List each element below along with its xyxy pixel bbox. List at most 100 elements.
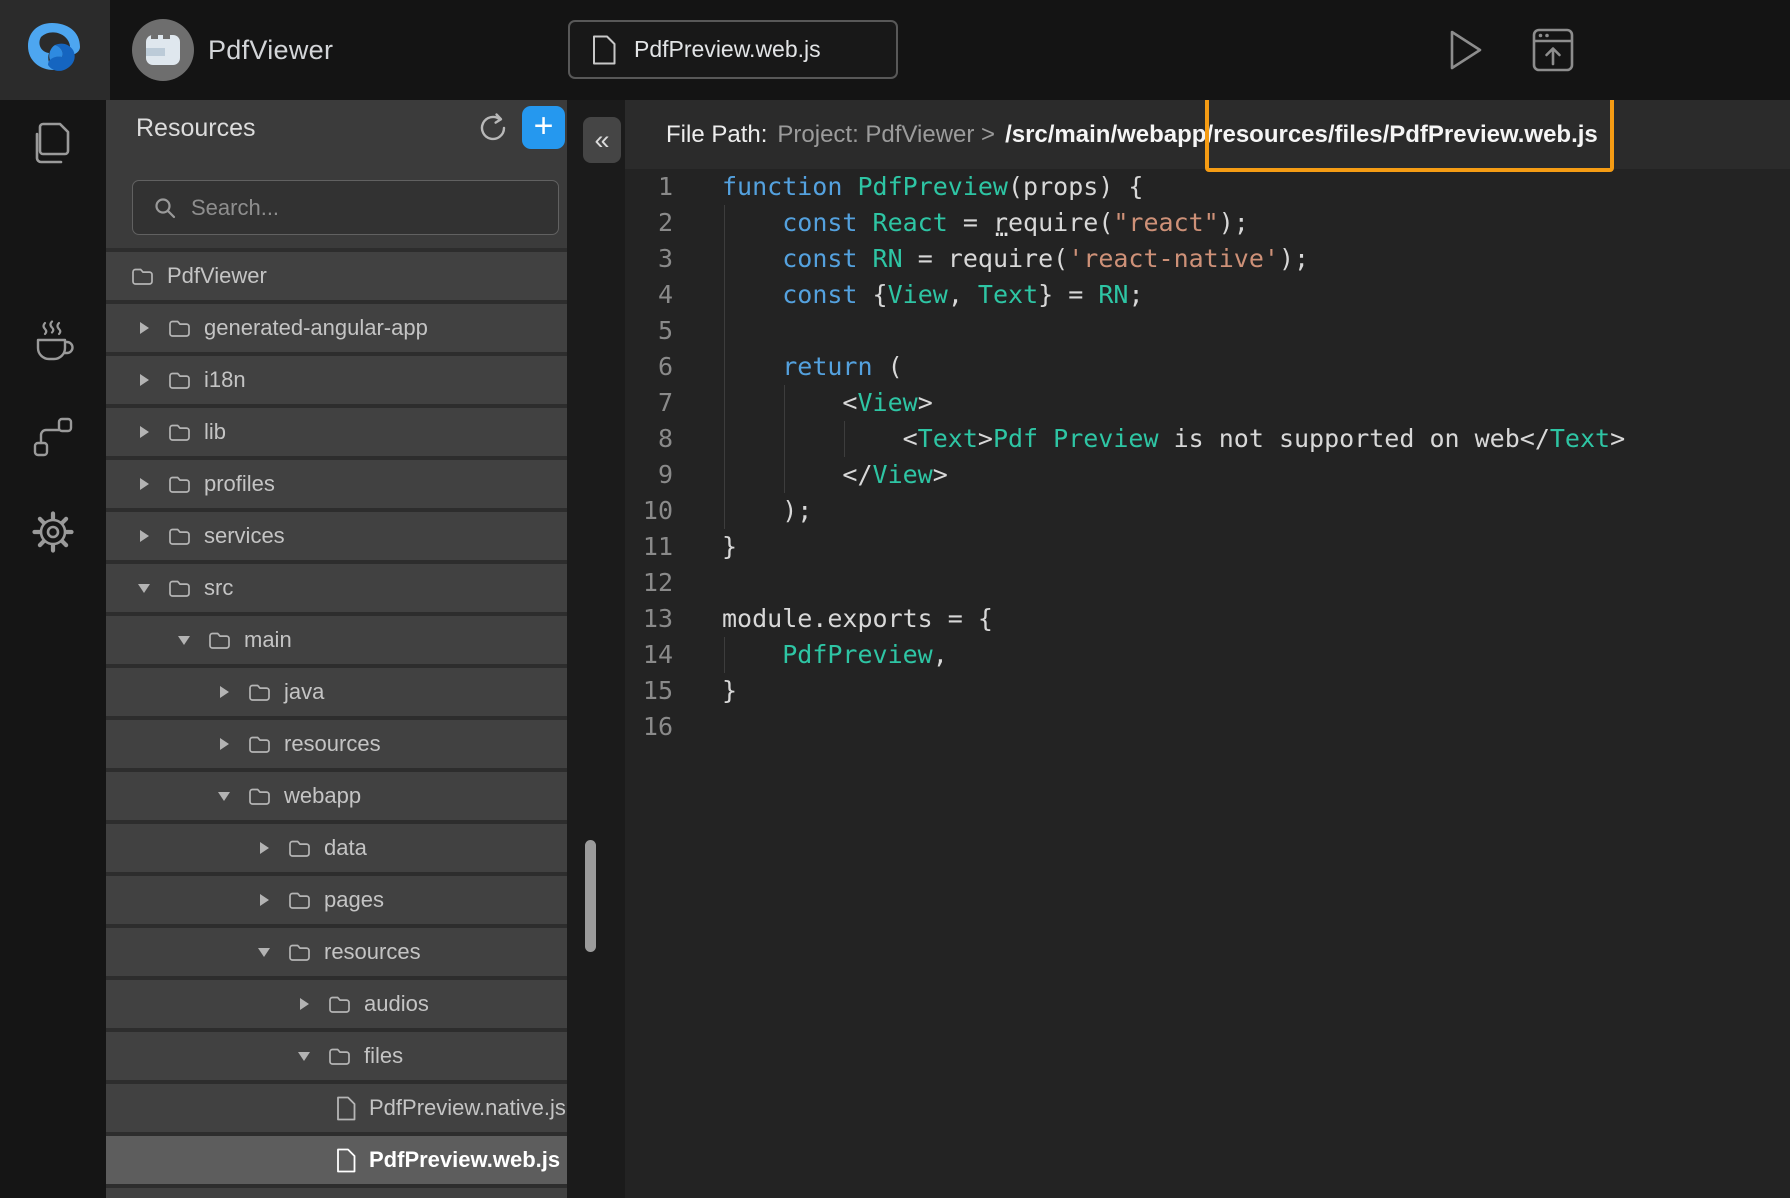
tree-item-label: pages	[324, 887, 384, 913]
code-line-4[interactable]: 4 const {View, Text} = RN;	[625, 277, 1790, 313]
tree-item-java[interactable]: java	[106, 668, 567, 716]
file-path-highlighted: resources/files/PdfPreview.web.js	[1213, 121, 1598, 149]
add-resource-button[interactable]: +	[522, 106, 565, 149]
code-line-11[interactable]: 11}	[625, 529, 1790, 565]
code-line-6[interactable]: 6 return (	[625, 349, 1790, 385]
folder-icon-wrap	[168, 423, 191, 442]
code-line-15[interactable]: 15}	[625, 673, 1790, 709]
tree-item-label: java	[284, 679, 324, 705]
chevron-right-icon[interactable]	[216, 738, 232, 750]
folder-icon	[168, 527, 191, 546]
tree-item-webapp[interactable]: webapp	[106, 772, 567, 820]
rail-flow-button[interactable]	[0, 409, 106, 465]
code-line-10[interactable]: 10 );	[625, 493, 1790, 529]
code-text: }	[722, 673, 737, 709]
brand-logo-tile[interactable]	[0, 0, 110, 100]
chevron-right-icon[interactable]	[136, 530, 152, 542]
line-number: 3	[625, 241, 673, 277]
tree-item-pages[interactable]: pages	[106, 876, 567, 924]
chevron-right-icon[interactable]	[136, 478, 152, 490]
tree-item-lib[interactable]: lib	[106, 408, 567, 456]
code-line-9[interactable]: 9 </View>	[625, 457, 1790, 493]
tree-item-pdfviewer[interactable]: PdfViewer	[106, 252, 567, 300]
code-text: const RN = require('react-native');	[722, 241, 1309, 277]
open-file-tab-label: PdfPreview.web.js	[634, 36, 821, 63]
chevron-right-icon[interactable]	[136, 426, 152, 438]
code-line-7[interactable]: 7 <View>	[625, 385, 1790, 421]
chevron-right-icon[interactable]	[216, 686, 232, 698]
folder-icon	[328, 1047, 351, 1066]
tree-item-files[interactable]: files	[106, 1032, 567, 1080]
chevron-down-icon[interactable]	[296, 1052, 312, 1061]
line-number: 13	[625, 601, 673, 637]
tree-item-label: audios	[364, 991, 429, 1017]
resources-search-box[interactable]	[132, 180, 559, 235]
chevron-right-icon[interactable]	[296, 998, 312, 1010]
chevron-right-icon[interactable]	[136, 322, 152, 334]
tree-item-label: resources	[324, 939, 421, 965]
line-number: 14	[625, 637, 673, 673]
code-line-3[interactable]: 3 const RN = require('react-native');	[625, 241, 1790, 277]
code-line-5[interactable]: 5	[625, 313, 1790, 349]
file-path-label: File Path:	[666, 121, 767, 149]
code-line-13[interactable]: 13module.exports = {	[625, 601, 1790, 637]
tree-item-profiles[interactable]: profiles	[106, 460, 567, 508]
chevron-down-icon[interactable]	[176, 636, 192, 645]
chevron-right-icon[interactable]	[256, 894, 272, 906]
run-preview-button[interactable]	[1444, 28, 1488, 72]
code-line-1[interactable]: 1function PdfPreview(props) {	[625, 169, 1790, 205]
folder-icon	[248, 787, 271, 806]
search-input[interactable]	[191, 195, 521, 221]
folder-icon-wrap	[248, 787, 271, 806]
rail-java-button[interactable]	[0, 313, 106, 369]
tree-item-pdfpreview-native-js[interactable]: PdfPreview.native.js	[106, 1084, 567, 1132]
code-text: <Text>Pdf Preview is not supported on we…	[722, 421, 1625, 457]
code-text: return (	[722, 349, 903, 385]
refresh-resources-button[interactable]	[476, 111, 510, 145]
chevron-right-icon[interactable]	[256, 842, 272, 854]
chevron-down-icon[interactable]	[256, 948, 272, 957]
tree-item-generated-angular-app[interactable]: generated-angular-app	[106, 304, 567, 352]
tree-item-main[interactable]: main	[106, 616, 567, 664]
code-text: const React = require("react");	[722, 205, 1249, 241]
folder-icon-wrap	[248, 683, 271, 702]
tree-scrollbar-thumb[interactable]	[585, 840, 596, 952]
line-number: 15	[625, 673, 673, 709]
wave-logo-icon	[24, 20, 86, 80]
code-line-2[interactable]: 2 const React = require("react");	[625, 205, 1790, 241]
tree-item-pdfpreview-web-js[interactable]: PdfPreview.web.js	[106, 1136, 567, 1184]
collapse-panel-button[interactable]: «	[583, 117, 621, 163]
code-line-14[interactable]: 14 PdfPreview,	[625, 637, 1790, 673]
publish-button[interactable]	[1531, 28, 1575, 72]
code-line-8[interactable]: 8 <Text>Pdf Preview is not supported on …	[625, 421, 1790, 457]
chevron-down-icon[interactable]	[216, 792, 232, 801]
chevron-down-icon[interactable]	[136, 584, 152, 593]
tree-item-i18n[interactable]: i18n	[106, 356, 567, 404]
tree-item-resources[interactable]: resources	[106, 928, 567, 976]
code-text: const {View, Text} = RN;	[722, 277, 1144, 313]
rail-pages-button[interactable]	[0, 115, 106, 171]
chevron-right-icon[interactable]	[136, 374, 152, 386]
tree-item-data[interactable]: data	[106, 824, 567, 872]
rail-settings-button[interactable]	[0, 504, 106, 560]
line-number: 9	[625, 457, 673, 493]
folder-icon-wrap	[168, 475, 191, 494]
line-number: 12	[625, 565, 673, 601]
open-file-tab[interactable]: PdfPreview.web.js	[568, 20, 898, 79]
tree-item-label: profiles	[204, 471, 275, 497]
tree-item-audios[interactable]: audios	[106, 980, 567, 1028]
tree-item-services[interactable]: services	[106, 512, 567, 560]
code-line-12[interactable]: 12	[625, 565, 1790, 601]
tree-item-resources[interactable]: resources	[106, 720, 567, 768]
code-editor[interactable]: 1function PdfPreview(props) {2 const Rea…	[625, 169, 1790, 1198]
tree-item-src[interactable]: src	[106, 564, 567, 612]
tree-item-label: generated-angular-app	[204, 315, 428, 341]
folder-icon-wrap	[168, 319, 191, 338]
tree-item-label: lib	[204, 419, 226, 445]
folder-icon-wrap	[288, 891, 311, 910]
folder-icon-wrap	[288, 839, 311, 858]
code-line-16[interactable]: 16	[625, 709, 1790, 745]
tree-item-label: webapp	[284, 783, 361, 809]
code-text: </View>	[722, 457, 948, 493]
app-title: PdfViewer	[208, 0, 333, 100]
